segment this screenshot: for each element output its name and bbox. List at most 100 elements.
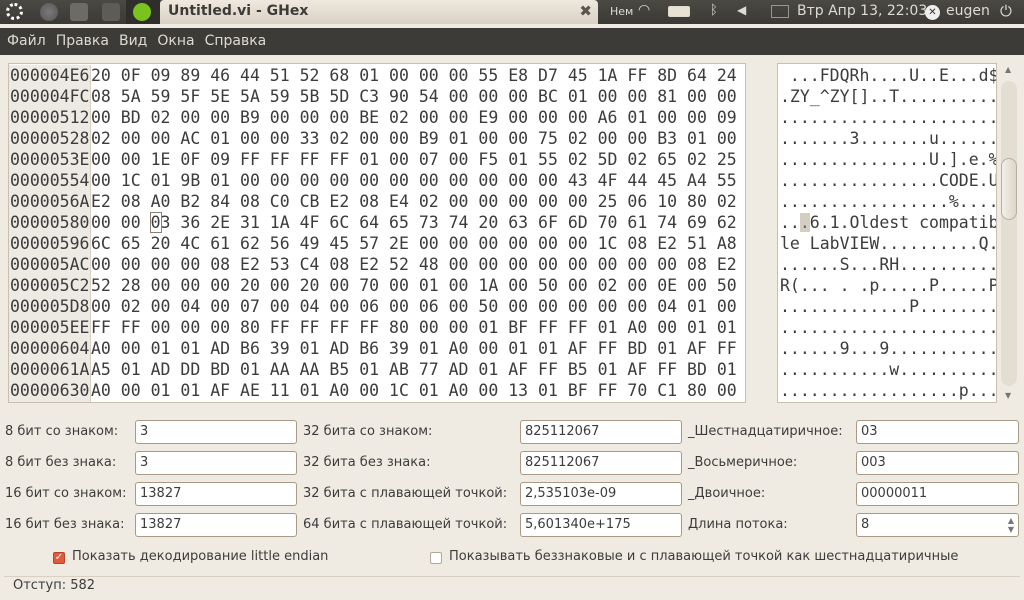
- menu-help[interactable]: Справка: [198, 28, 270, 49]
- hex-row[interactable]: FF FF 00 00 00 80 FF FF FF FF 80 00 00 0…: [91, 317, 737, 338]
- ascii-row[interactable]: ................CODE.U: [780, 170, 996, 191]
- ascii-row[interactable]: ......S...RH..........: [780, 254, 996, 275]
- window-title: Untitled.vi - GHex ✖: [160, 0, 598, 24]
- field-label: 16 бит со знаком:: [5, 486, 127, 501]
- field-value[interactable]: 00000011: [856, 482, 1019, 506]
- scroll-thumb[interactable]: [1001, 158, 1017, 220]
- scroll-down-icon[interactable]: ▼: [1005, 391, 1011, 400]
- folder-icon[interactable]: [70, 3, 88, 21]
- menu-windows[interactable]: Окна: [150, 28, 197, 49]
- field-value[interactable]: 8 ▲ ▼: [856, 513, 1019, 537]
- hex-unsigned-checkbox[interactable]: [430, 552, 442, 564]
- firefox-icon[interactable]: [40, 3, 58, 21]
- vertical-scrollbar[interactable]: ▲ ▼: [1000, 63, 1018, 403]
- field-label: 32 бита со знаком:: [303, 424, 433, 439]
- ascii-row[interactable]: ......9...9...........: [780, 338, 996, 359]
- field-value[interactable]: 3: [135, 420, 297, 444]
- ascii-row[interactable]: ......................: [780, 107, 996, 128]
- field-label: Длина потока:: [688, 517, 788, 532]
- user-status-icon[interactable]: ✕: [925, 5, 940, 20]
- keyboard-layout[interactable]: Нем: [610, 5, 633, 18]
- hex-row[interactable]: 00 00 1E 0F 09 FF FF FF FF 01 00 07 00 F…: [91, 149, 737, 170]
- ascii-row[interactable]: .......3.......u......: [780, 128, 996, 149]
- field-value[interactable]: 825112067: [520, 451, 682, 475]
- menu-edit[interactable]: Правка: [49, 28, 112, 49]
- field-value[interactable]: 2,535103e-09: [520, 482, 682, 506]
- bluetooth-icon[interactable]: ᛒ: [710, 3, 718, 18]
- hex-row[interactable]: 00 1C 01 9B 01 00 00 00 00 00 00 00 00 0…: [91, 170, 737, 191]
- volume-icon[interactable]: ◀: [737, 3, 746, 17]
- field-label: 32 бита с плавающей точкой:: [303, 486, 508, 501]
- hex-row[interactable]: 20 0F 09 89 46 44 51 52 68 01 00 00 00 5…: [91, 65, 737, 86]
- cursor: [149, 212, 162, 233]
- field-label: 32 бита без знака:: [303, 455, 431, 470]
- menu-view[interactable]: Вид: [112, 28, 150, 49]
- ubuntu-logo-icon[interactable]: [6, 3, 23, 20]
- hex-row[interactable]: A0 00 01 01 AF AE 11 01 A0 00 1C 01 A0 0…: [91, 380, 737, 401]
- ascii-row[interactable]: ...6.1.Oldest compatib: [780, 212, 996, 233]
- ascii-row[interactable]: ...............U.].e.%: [780, 149, 996, 170]
- field-label: _Шестнадцатиричное:: [688, 424, 843, 439]
- hex-row[interactable]: 00 00 03 36 2E 31 1A 4F 6C 64 65 73 74 2…: [91, 212, 737, 233]
- user-name[interactable]: eugen: [946, 3, 990, 19]
- ascii-row[interactable]: .................%....: [780, 191, 996, 212]
- offset-row: 000005AC: [10, 255, 90, 274]
- mail-icon[interactable]: [771, 5, 789, 18]
- hex-row[interactable]: 52 28 00 00 00 20 00 20 00 70 00 01 00 1…: [91, 275, 737, 296]
- field-value[interactable]: 5,601340e+175: [520, 513, 682, 537]
- hex-row[interactable]: 00 02 00 04 00 07 00 04 00 06 00 06 00 5…: [91, 296, 737, 317]
- field-value[interactable]: 03: [856, 420, 1019, 444]
- hex-row[interactable]: E2 08 A0 B2 84 08 C0 CB E2 08 E4 02 00 0…: [91, 191, 737, 212]
- ascii-row[interactable]: ..................p...: [780, 380, 996, 401]
- scroll-up-icon[interactable]: ▲: [1005, 65, 1011, 74]
- ascii-row[interactable]: ...........w..........: [780, 359, 996, 380]
- hex-view[interactable]: 000004E6 000004FC 00000512 00000528 0000053E…: [8, 63, 746, 403]
- field-value[interactable]: 003: [856, 451, 1019, 475]
- offset-row: 000005EE: [10, 318, 90, 337]
- offset-row: 000004E6: [10, 66, 90, 85]
- offset-row: 0000056A: [10, 192, 90, 211]
- little-endian-checkbox[interactable]: ✓: [53, 552, 65, 564]
- ascii-column[interactable]: ...FDQRh....U..E...d$ .ZY_^ZY[]..T.......…: [780, 65, 996, 401]
- hex-row[interactable]: 6C 65 20 4C 61 62 56 49 45 57 2E 00 00 0…: [91, 233, 737, 254]
- ascii-row[interactable]: .ZY_^ZY[]..T..........: [780, 86, 996, 107]
- hex-column[interactable]: 20 0F 09 89 46 44 51 52 68 01 00 00 00 5…: [91, 65, 737, 401]
- field-value[interactable]: 13827: [135, 482, 297, 506]
- hex-row[interactable]: 00 BD 02 00 00 B9 00 00 00 BE 02 00 00 E…: [91, 107, 737, 128]
- power-icon[interactable]: ⏻: [1000, 2, 1012, 20]
- field-label: _Двоичное:: [688, 486, 766, 501]
- field-value[interactable]: 3: [135, 451, 297, 475]
- ascii-view[interactable]: ...FDQRh....U..E...d$ .ZY_^ZY[]..T.......…: [777, 63, 997, 403]
- field-value[interactable]: 825112067: [520, 420, 682, 444]
- hex-row[interactable]: A0 00 01 01 AD B6 39 01 AD B6 39 01 A0 0…: [91, 338, 737, 359]
- spin-buttons-icon[interactable]: ▲ ▼: [1008, 516, 1014, 534]
- hex-row[interactable]: A5 01 AD DD BD 01 AA AA B5 01 AB 77 AD 0…: [91, 359, 737, 380]
- field-label: _Восьмеричное:: [688, 455, 798, 470]
- ascii-row[interactable]: R(... . .p.....P.....P: [780, 275, 996, 296]
- offset-row: 00000580: [10, 213, 90, 232]
- scroll-track[interactable]: [1001, 81, 1017, 386]
- hex-row[interactable]: 00 00 00 00 08 E2 53 C4 08 E2 52 48 00 0…: [91, 254, 737, 275]
- close-icon[interactable]: ✖: [579, 2, 592, 20]
- field-label: 8 бит со знаком:: [5, 424, 119, 439]
- hex-unsigned-label[interactable]: Показывать беззнаковые и с плавающей точ…: [449, 549, 958, 564]
- field-value[interactable]: 13827: [135, 513, 297, 537]
- ascii-row[interactable]: ...FDQRh....U..E...d$: [780, 65, 996, 86]
- field-label: 16 бит без знака:: [5, 517, 125, 532]
- ascii-row[interactable]: .............P........: [780, 296, 996, 317]
- field-label: 64 бита с плавающей точкой:: [303, 517, 508, 532]
- menu-file[interactable]: Файл: [0, 28, 49, 49]
- offset-row: 000004FC: [10, 87, 90, 106]
- hex-row[interactable]: 02 00 00 AC 01 00 00 33 02 00 00 B9 01 0…: [91, 128, 737, 149]
- app-icon[interactable]: [126, 0, 160, 24]
- datetime[interactable]: Втр Апр 13, 22:03: [797, 3, 927, 19]
- software-center-icon[interactable]: [102, 3, 120, 21]
- ascii-row[interactable]: ......................: [780, 317, 996, 338]
- little-endian-label[interactable]: Показать декодирование little endian: [72, 549, 328, 564]
- wifi-icon[interactable]: ◠: [638, 2, 650, 18]
- offset-row: 0000053E: [10, 150, 90, 169]
- battery-icon[interactable]: [668, 6, 690, 17]
- ascii-row[interactable]: le LabVIEW..........Q.: [780, 233, 996, 254]
- hex-row[interactable]: 08 5A 59 5F 5E 5A 59 5B 5D C3 90 54 00 0…: [91, 86, 737, 107]
- offset-row: 00000528: [10, 129, 90, 148]
